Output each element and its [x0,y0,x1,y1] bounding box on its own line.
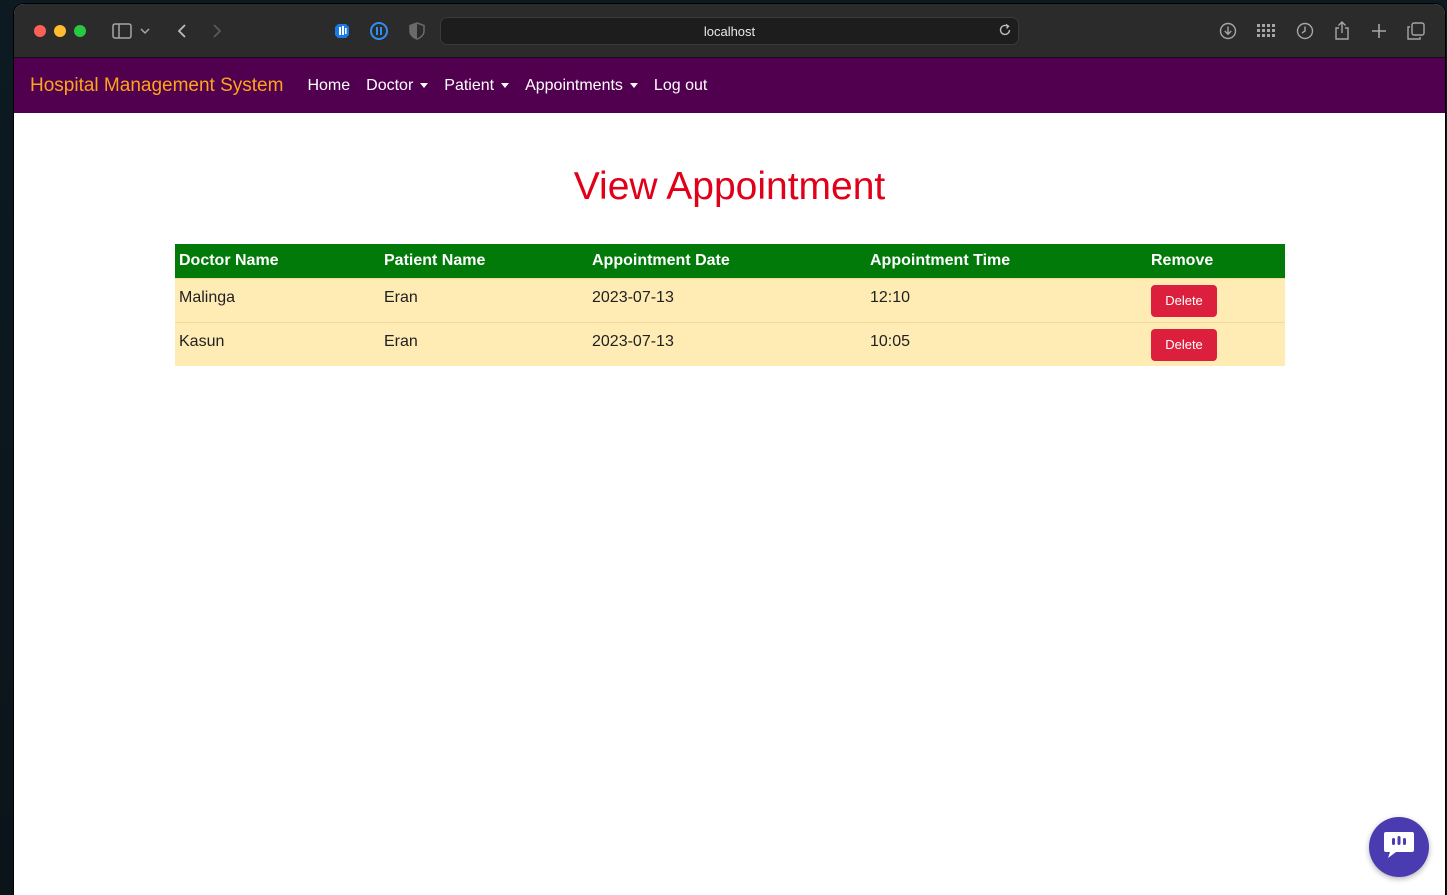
app-navbar: Hospital Management System Home Doctor P… [14,58,1445,113]
appointments-table: Doctor Name Patient Name Appointment Dat… [175,244,1285,366]
delete-button[interactable]: Delete [1151,328,1217,361]
cell-patient: Eran [380,321,588,366]
minimize-window-button[interactable] [54,25,66,37]
shield-icon[interactable] [405,19,429,43]
nav-doctor-label: Doctor [366,76,414,94]
caret-down-icon [420,83,429,88]
nav-patient-label: Patient [444,76,495,94]
column-header-doctor: Doctor Name [175,244,380,278]
cell-patient: Eran [380,277,588,322]
nav-logout-label: Log out [653,76,708,94]
nav-appointments-dropdown[interactable]: Appointments [525,77,638,95]
page-title: View Appointment [573,165,886,208]
chevron-down-icon[interactable] [137,19,153,43]
nav-doctor-dropdown[interactable]: Doctor [366,76,429,95]
download-icon[interactable] [1216,19,1240,43]
sidebar-toggle-icon[interactable] [110,19,134,43]
column-header-time: Appointment Time [866,244,1147,278]
browser-toolbar: localhost [14,4,1445,58]
cell-remove: Delete [1147,321,1285,366]
address-bar[interactable]: localhost [440,17,1019,45]
cell-date: 2023-07-13 [588,321,866,366]
back-icon[interactable] [170,19,194,43]
browser-window: localhost Hospital Management System Hom… [14,4,1445,895]
nav-home[interactable]: Home [307,77,350,95]
cell-time: 12:10 [866,277,1147,322]
hand-extension-icon[interactable] [330,19,354,43]
reload-icon[interactable] [998,23,1012,40]
desktop: localhost Hospital Management System Hom… [0,0,1447,895]
column-header-patient: Patient Name [380,244,588,278]
tab-overview-icon[interactable] [1404,19,1428,43]
zoom-window-button[interactable] [74,25,86,37]
new-tab-icon[interactable] [1367,19,1391,43]
main-content: View Appointment Doctor Name Patient Nam… [14,113,1445,895]
delete-button[interactable]: Delete [1151,284,1217,317]
caret-down-icon [501,83,510,88]
nav-logout[interactable]: Log out [654,77,707,95]
cell-date: 2023-07-13 [588,277,866,322]
cell-time: 10:05 [866,321,1147,366]
grid-icon[interactable] [1254,19,1278,43]
cell-doctor: Kasun [175,321,380,366]
table-row: Malinga Eran 2023-07-13 12:10 Delete [175,277,1285,322]
pause-extension-icon[interactable] [367,19,391,43]
brand-link[interactable]: Hospital Management System [30,75,283,97]
share-icon[interactable] [1330,19,1354,43]
cell-doctor: Malinga [175,277,380,322]
cell-remove: Delete [1147,277,1285,322]
close-window-button[interactable] [34,25,46,37]
nav-appointments-label: Appointments [525,76,623,94]
history-icon[interactable] [1293,19,1317,43]
table-header-row: Doctor Name Patient Name Appointment Dat… [175,244,1285,278]
chat-icon [1382,830,1416,865]
address-bar-url: localhost [703,23,756,39]
table-row: Kasun Eran 2023-07-13 10:05 Delete [175,321,1285,366]
column-header-remove: Remove [1147,244,1285,278]
nav-home-label: Home [307,76,351,94]
caret-down-icon [629,83,638,88]
chat-widget-button[interactable] [1369,817,1429,877]
forward-icon[interactable] [205,19,229,43]
column-header-date: Appointment Date [588,244,866,278]
nav-patient-dropdown[interactable]: Patient [444,76,510,95]
